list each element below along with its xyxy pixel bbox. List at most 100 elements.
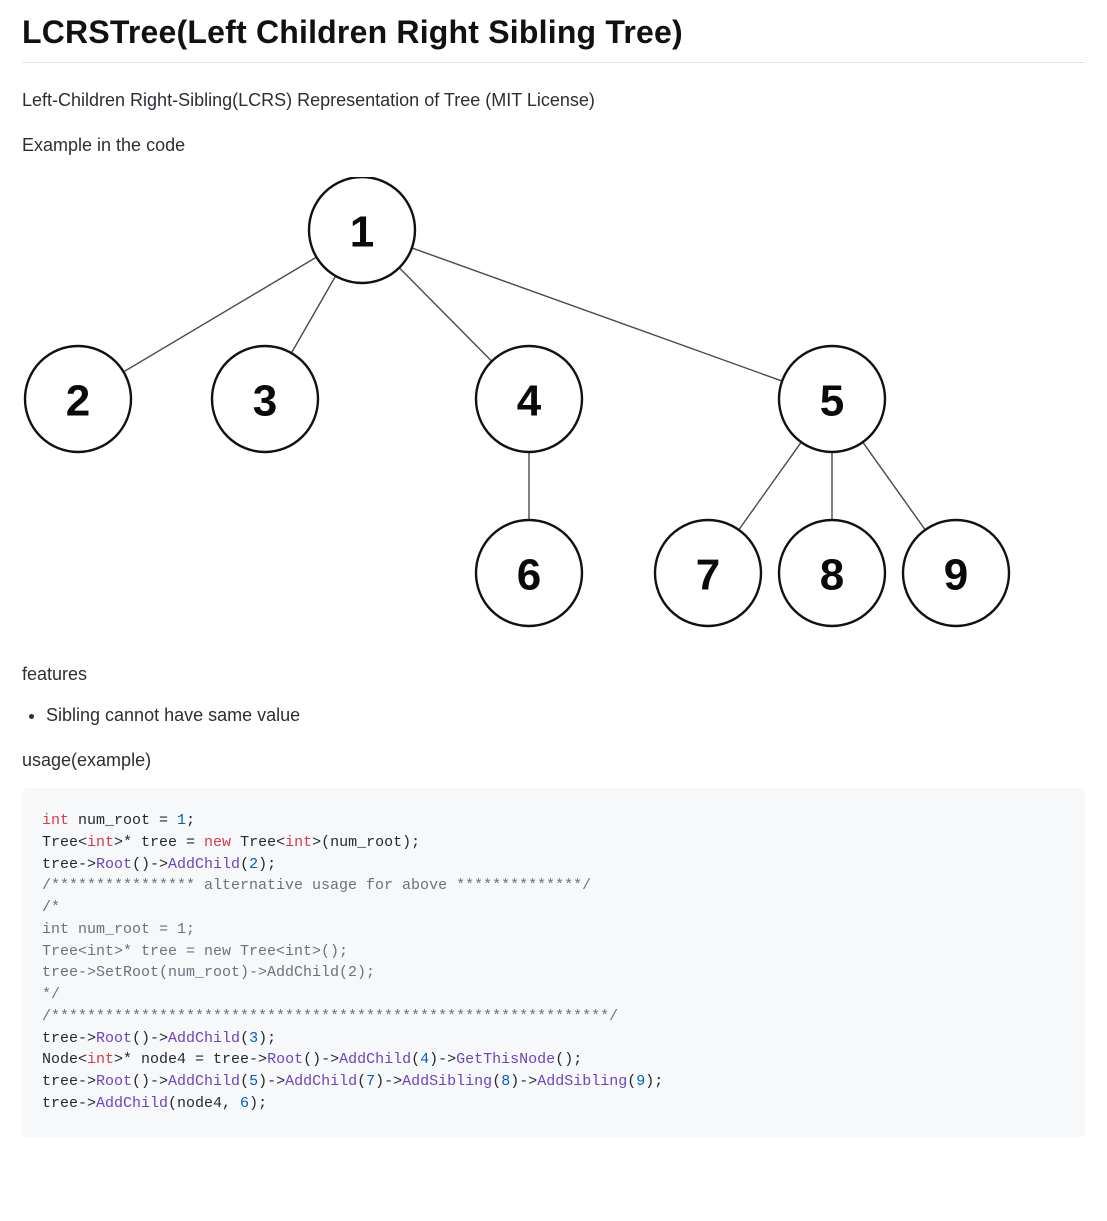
code-token: Root bbox=[267, 1051, 303, 1068]
features-list: Sibling cannot have same value bbox=[46, 702, 1085, 729]
code-token: )-> bbox=[429, 1051, 456, 1068]
code-token: >* node4 = tree-> bbox=[114, 1051, 267, 1068]
tree-edge bbox=[291, 276, 335, 353]
code-token: ( bbox=[240, 1073, 249, 1090]
code-token: ); bbox=[258, 856, 276, 873]
tree-node-label: 8 bbox=[820, 551, 844, 600]
code-token: int num_root = 1; bbox=[42, 921, 195, 938]
tree-node: 7 bbox=[655, 520, 761, 626]
code-token: ); bbox=[258, 1030, 276, 1047]
code-token: 1 bbox=[177, 812, 186, 829]
list-item: Sibling cannot have same value bbox=[46, 702, 1085, 729]
tree-node-label: 1 bbox=[350, 208, 374, 257]
code-token: (node4, bbox=[168, 1095, 240, 1112]
code-token: */ bbox=[42, 986, 60, 1003]
tree-node-label: 7 bbox=[696, 551, 720, 600]
features-label: features bbox=[22, 661, 1085, 688]
tree-node: 9 bbox=[903, 520, 1009, 626]
code-token: GetThisNode bbox=[456, 1051, 555, 1068]
code-token: Root bbox=[96, 856, 132, 873]
code-token: ()-> bbox=[303, 1051, 339, 1068]
code-token: int bbox=[87, 834, 114, 851]
tree-svg: 1 2 3 4 5 6 7 8 9 bbox=[22, 177, 1012, 631]
tree-node: 6 bbox=[476, 520, 582, 626]
code-token: 9 bbox=[636, 1073, 645, 1090]
code-token: >* tree = bbox=[114, 834, 204, 851]
code-token: ()-> bbox=[132, 1030, 168, 1047]
code-token: tree-> bbox=[42, 856, 96, 873]
code-token: int bbox=[42, 812, 69, 829]
readme-document: LCRSTree(Left Children Right Sibling Tre… bbox=[0, 0, 1107, 1197]
code-token: ()-> bbox=[132, 1073, 168, 1090]
tree-node: 2 bbox=[25, 346, 131, 452]
code-token: AddChild bbox=[96, 1095, 168, 1112]
code-token: Node< bbox=[42, 1051, 87, 1068]
code-token: ( bbox=[240, 856, 249, 873]
usage-label: usage(example) bbox=[22, 747, 1085, 774]
code-token: ); bbox=[249, 1095, 267, 1112]
tree-edge bbox=[863, 442, 925, 530]
code-token: ; bbox=[186, 812, 195, 829]
code-token: 2 bbox=[249, 856, 258, 873]
code-token: )-> bbox=[375, 1073, 402, 1090]
code-token: (); bbox=[555, 1051, 582, 1068]
code-token: )-> bbox=[510, 1073, 537, 1090]
code-token: Root bbox=[96, 1030, 132, 1047]
example-label: Example in the code bbox=[22, 132, 1085, 159]
code-token: Tree< bbox=[42, 834, 87, 851]
code-token: )-> bbox=[258, 1073, 285, 1090]
feature-text: Sibling cannot have same value bbox=[46, 705, 300, 725]
code-token: >(num_root); bbox=[312, 834, 420, 851]
code-token: ( bbox=[357, 1073, 366, 1090]
code-token: ); bbox=[645, 1073, 663, 1090]
code-token: new bbox=[204, 834, 231, 851]
code-token: int bbox=[285, 834, 312, 851]
code-token: ( bbox=[411, 1051, 420, 1068]
tree-node-label: 6 bbox=[517, 551, 541, 600]
code-token: tree-> bbox=[42, 1073, 96, 1090]
tree-edge bbox=[399, 268, 491, 362]
tree-node: 1 bbox=[309, 177, 415, 283]
lead-paragraph: Left-Children Right-Sibling(LCRS) Repres… bbox=[22, 87, 1085, 114]
code-token: int bbox=[87, 1051, 114, 1068]
code-token: AddChild bbox=[168, 1073, 240, 1090]
code-token: ()-> bbox=[132, 856, 168, 873]
code-token: tree-> bbox=[42, 1095, 96, 1112]
code-token: tree-> bbox=[42, 1030, 96, 1047]
tree-node-label: 3 bbox=[253, 377, 277, 426]
code-token: /* bbox=[42, 899, 60, 916]
tree-node: 5 bbox=[779, 346, 885, 452]
code-token: 6 bbox=[240, 1095, 249, 1112]
code-token: ( bbox=[240, 1030, 249, 1047]
tree-node: 8 bbox=[779, 520, 885, 626]
code-token: ( bbox=[627, 1073, 636, 1090]
code-token: 4 bbox=[420, 1051, 429, 1068]
code-token: AddChild bbox=[285, 1073, 357, 1090]
tree-node: 3 bbox=[212, 346, 318, 452]
code-token: Tree<int>* tree = new Tree<int>(); bbox=[42, 943, 348, 960]
code-token: 3 bbox=[249, 1030, 258, 1047]
code-token: ( bbox=[492, 1073, 501, 1090]
page-title: LCRSTree(Left Children Right Sibling Tre… bbox=[22, 8, 1085, 56]
code-token: /**************** alternative usage for … bbox=[42, 877, 591, 894]
code-token: 8 bbox=[501, 1073, 510, 1090]
tree-diagram: 1 2 3 4 5 6 7 8 9 bbox=[22, 177, 1085, 631]
tree-node: 4 bbox=[476, 346, 582, 452]
tree-node-label: 5 bbox=[820, 377, 844, 426]
code-token: AddChild bbox=[339, 1051, 411, 1068]
code-token: num_root = bbox=[69, 812, 177, 829]
tree-node-label: 2 bbox=[66, 377, 90, 426]
code-token: AddSibling bbox=[402, 1073, 492, 1090]
tree-edge bbox=[739, 442, 801, 530]
code-block: int num_root = 1; Tree<int>* tree = new … bbox=[22, 788, 1085, 1137]
code-token: Tree< bbox=[231, 834, 285, 851]
tree-node-label: 9 bbox=[944, 551, 968, 600]
code-token: /***************************************… bbox=[42, 1008, 618, 1025]
tree-node-label: 4 bbox=[517, 377, 542, 426]
code-token: 7 bbox=[366, 1073, 375, 1090]
tree-edge bbox=[412, 248, 782, 381]
code-token: 5 bbox=[249, 1073, 258, 1090]
code-token: AddSibling bbox=[537, 1073, 627, 1090]
code-token: tree->SetRoot(num_root)->AddChild(2); bbox=[42, 964, 375, 981]
code-token: AddChild bbox=[168, 1030, 240, 1047]
